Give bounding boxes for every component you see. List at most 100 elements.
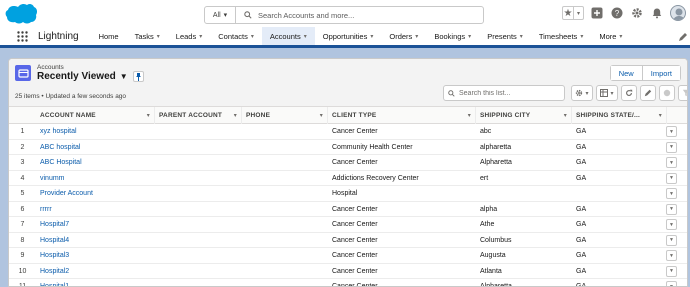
chevron-down-icon[interactable]: ▾: [619, 33, 622, 40]
column-menu-chevron-icon[interactable]: ▾: [147, 112, 150, 119]
list-status-text: 25 items • Updated a few seconds ago: [15, 93, 127, 100]
column-menu-chevron-icon[interactable]: ▾: [320, 112, 323, 119]
help-icon[interactable]: ?: [610, 6, 624, 20]
column-header-parent-account[interactable]: PARENT ACCOUNT ▾: [155, 107, 242, 124]
row-actions-dropdown-icon[interactable]: ▼: [666, 281, 677, 286]
display-as-button[interactable]: ▾: [596, 85, 618, 101]
pin-list-view-icon[interactable]: [133, 71, 144, 82]
nav-item-label: Home: [98, 31, 119, 41]
row-actions-dropdown-icon[interactable]: ▼: [666, 219, 677, 230]
account-name-link[interactable]: ABC Hospital: [40, 159, 82, 166]
list-search-box[interactable]: [443, 85, 565, 101]
cell-client-type: Cancer Center: [332, 221, 378, 228]
cell-client-type: Cancer Center: [332, 283, 378, 287]
column-menu-chevron-icon[interactable]: ▾: [468, 112, 471, 119]
search-icon: [244, 11, 252, 19]
table-row: 8 Hospital4 Cancer Center Columbus GA ▼: [9, 233, 687, 248]
chevron-down-icon[interactable]: ▾: [157, 33, 160, 40]
nav-items: Home Tasks ▾ Leads ▾ Contacts ▾ Accounts ▾ Opport…: [91, 27, 631, 47]
search-scope-dropdown[interactable]: All ▾: [205, 7, 236, 23]
nav-item-presents[interactable]: Presents ▾: [479, 27, 531, 45]
column-header-client-type[interactable]: CLIENT TYPE ▾: [328, 107, 476, 124]
cell-shipping-city: Alpharetta: [480, 159, 512, 166]
nav-item-label: More: [599, 31, 617, 41]
row-actions-dropdown-icon[interactable]: ▼: [666, 188, 677, 199]
account-name-link[interactable]: vinumm: [40, 175, 65, 182]
setup-gear-icon[interactable]: [630, 6, 644, 20]
column-header-shipping-state[interactable]: SHIPPING STATE/... ▾: [572, 107, 667, 124]
user-avatar[interactable]: [670, 5, 686, 21]
row-number: 10: [18, 267, 27, 275]
column-menu-chevron-icon[interactable]: ▾: [564, 112, 567, 119]
row-actions-dropdown-icon[interactable]: ▼: [666, 234, 677, 246]
favorites-control[interactable]: ★ ▾: [562, 6, 584, 20]
nav-item-bookings[interactable]: Bookings ▾: [426, 27, 479, 45]
salesforce-logo[interactable]: [4, 3, 38, 25]
column-menu-chevron-icon[interactable]: ▾: [234, 112, 237, 119]
nav-item-orders[interactable]: Orders ▾: [381, 27, 426, 45]
list-view-controls-button[interactable]: ▾: [571, 85, 593, 101]
import-button[interactable]: Import: [641, 66, 680, 80]
account-name-link[interactable]: Provider Account: [40, 190, 93, 197]
cell-shipping-city: [476, 186, 572, 201]
nav-item-label: Contacts: [218, 31, 248, 41]
column-header-label: SHIPPING STATE/...: [576, 112, 641, 119]
list-search-input[interactable]: [459, 89, 559, 97]
global-search-input[interactable]: [258, 10, 458, 20]
cell-parent-account: [155, 248, 242, 263]
row-actions-dropdown-icon[interactable]: ▼: [666, 157, 677, 168]
account-name-link[interactable]: Hospital7: [40, 221, 69, 228]
charts-button[interactable]: [659, 85, 675, 101]
column-header-account-name[interactable]: ACCOUNT NAME ▾: [36, 107, 155, 124]
list-view-selector[interactable]: Recently Viewed ▼: [37, 71, 128, 82]
chevron-down-icon[interactable]: ▾: [370, 33, 373, 40]
cell-account-name: rrrrr: [36, 202, 155, 217]
row-actions-dropdown-icon[interactable]: ▼: [666, 250, 677, 261]
nav-item-leads[interactable]: Leads ▾: [168, 27, 210, 45]
chevron-down-icon[interactable]: ▾: [580, 33, 583, 40]
chevron-down-icon[interactable]: ▾: [199, 33, 202, 40]
nav-item-more[interactable]: More ▾: [591, 27, 630, 45]
chevron-down-icon[interactable]: ▾: [468, 33, 471, 40]
account-name-link[interactable]: Hospital4: [40, 237, 69, 244]
refresh-button[interactable]: [621, 85, 637, 101]
account-name-link[interactable]: Hospital1: [40, 283, 69, 286]
table-row: 6 rrrrr Cancer Center alpha GA ▼: [9, 202, 687, 217]
row-actions-dropdown-icon[interactable]: ▼: [666, 126, 677, 137]
favorites-menu-icon[interactable]: ▾: [573, 7, 583, 19]
account-name-link[interactable]: xyz hospital: [40, 128, 77, 135]
notifications-bell-icon[interactable]: [650, 6, 664, 20]
chevron-down-icon[interactable]: ▾: [520, 33, 523, 40]
chevron-down-icon[interactable]: ▾: [251, 33, 254, 40]
row-actions-dropdown-icon[interactable]: ▼: [666, 141, 677, 153]
edit-nav-pencil-icon[interactable]: [678, 32, 688, 42]
app-launcher-waffle-icon[interactable]: [10, 27, 28, 45]
column-header-shipping-city[interactable]: SHIPPING CITY ▾: [476, 107, 572, 124]
filters-button[interactable]: [678, 85, 687, 101]
inline-edit-button[interactable]: [640, 85, 656, 101]
nav-item-home[interactable]: Home: [91, 27, 127, 45]
nav-item-tasks[interactable]: Tasks ▾: [127, 27, 168, 45]
account-name-link[interactable]: rrrrr: [40, 206, 52, 213]
star-icon[interactable]: ★: [563, 7, 573, 19]
search-scope-label: All: [212, 11, 221, 19]
search-field[interactable]: [236, 10, 483, 20]
row-actions-dropdown-icon[interactable]: ▼: [666, 265, 677, 277]
nav-item-timesheets[interactable]: Timesheets ▾: [531, 27, 592, 45]
nav-item-accounts[interactable]: Accounts ▾: [261, 27, 315, 47]
global-actions-plus-icon[interactable]: [590, 6, 604, 20]
row-actions-dropdown-icon[interactable]: ▼: [666, 203, 677, 215]
nav-item-contacts[interactable]: Contacts ▾: [210, 27, 262, 45]
chevron-down-icon[interactable]: ▾: [304, 33, 307, 40]
nav-item-label: Presents: [487, 31, 517, 41]
account-name-link[interactable]: ABC hospital: [40, 144, 80, 151]
account-name-link[interactable]: Hospital2: [40, 268, 69, 275]
table-body: 1 xyz hospital Cancer Center abc GA ▼ 2 ABC hos…: [9, 124, 687, 287]
chevron-down-icon[interactable]: ▾: [415, 33, 418, 40]
nav-item-opportunities[interactable]: Opportunities ▾: [315, 27, 382, 45]
account-name-link[interactable]: Hospital3: [40, 252, 69, 259]
row-actions-dropdown-icon[interactable]: ▼: [666, 172, 677, 184]
column-header-phone[interactable]: PHONE ▾: [242, 107, 328, 124]
new-button[interactable]: New: [610, 66, 642, 80]
column-menu-chevron-icon[interactable]: ▾: [659, 112, 662, 119]
